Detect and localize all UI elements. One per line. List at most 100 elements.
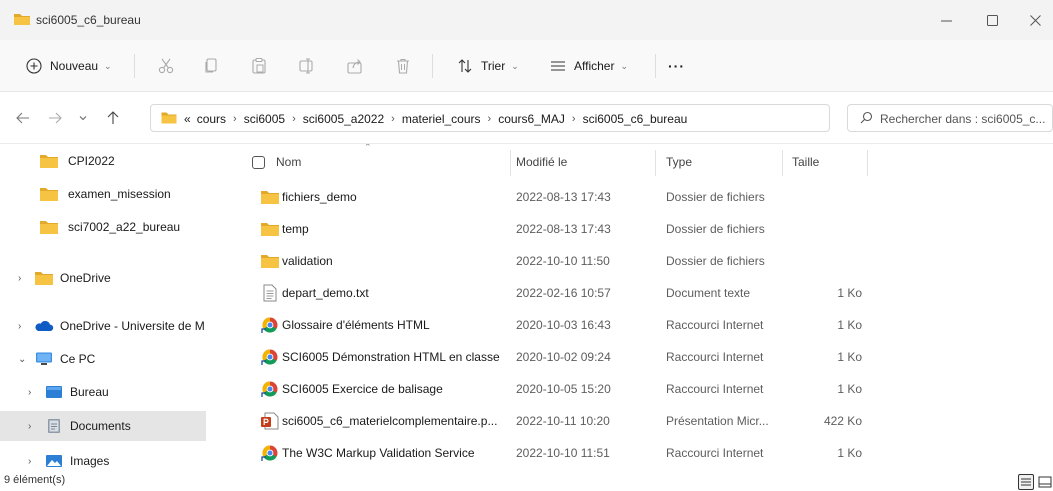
separator	[134, 54, 135, 78]
chevron-right-icon: ›	[292, 113, 296, 125]
table-row[interactable]: Glossaire d'éléments HTML 2020-10-03 16:…	[216, 309, 1053, 341]
file-modified: 2020-10-05 15:20	[516, 382, 611, 396]
file-modified: 2022-10-10 11:51	[516, 446, 610, 460]
file-name: The W3C Markup Validation Service	[282, 446, 475, 460]
copy-button[interactable]	[201, 56, 221, 76]
sidebar-item-images[interactable]: › Images	[0, 446, 206, 474]
chevron-right-icon[interactable]: ›	[28, 456, 31, 467]
sidebar-item-label: Images	[70, 454, 110, 468]
file-name: Glossaire d'éléments HTML	[282, 318, 430, 332]
column-header-size[interactable]: Taille	[792, 144, 862, 180]
chevron-down-icon[interactable]: ⌄	[18, 354, 26, 365]
chevron-right-icon: ›	[233, 113, 237, 125]
arrow-left-icon	[16, 112, 29, 124]
sidebar-item-onedrive[interactable]: › OneDrive	[0, 263, 206, 293]
column-divider[interactable]	[510, 150, 511, 176]
file-modified: 2022-02-16 10:57	[516, 286, 611, 300]
file-size	[792, 181, 862, 213]
paste-button[interactable]	[249, 56, 269, 76]
column-header-type[interactable]: Type	[666, 144, 776, 180]
details-view-icon	[1021, 478, 1031, 486]
more-options-button[interactable]: ···	[668, 40, 685, 92]
share-button[interactable]	[345, 56, 365, 76]
file-type: Raccourci Internet	[666, 318, 764, 332]
table-row[interactable]: The W3C Markup Validation Service 2022-1…	[216, 437, 1053, 469]
details-view-button[interactable]	[1018, 474, 1034, 490]
breadcrumb-item[interactable]: cours	[197, 112, 226, 126]
sort-label: Trier	[481, 59, 506, 73]
minimize-button[interactable]	[926, 6, 966, 34]
file-type: Raccourci Internet	[666, 350, 764, 364]
breadcrumb-item[interactable]: materiel_cours	[402, 112, 481, 126]
sort-button[interactable]: Trier ⌄	[457, 40, 519, 92]
copy-icon	[205, 58, 217, 73]
back-button[interactable]	[12, 107, 34, 129]
folder-icon	[35, 272, 53, 285]
new-button[interactable]: Nouveau ⌄	[26, 40, 112, 92]
sidebar-item-cpi2022[interactable]: CPI2022	[0, 146, 206, 176]
column-header-modified[interactable]: Modifié le	[516, 144, 656, 180]
table-row[interactable]: temp 2022-08-13 17:43 Dossier de fichier…	[216, 213, 1053, 245]
table-row[interactable]: sci6005_c6_materielcomplementaire.p... 2…	[216, 405, 1053, 437]
chevron-right-icon[interactable]: ›	[28, 387, 31, 398]
sidebar-item-ce-pc[interactable]: ⌄ Ce PC	[0, 344, 206, 374]
sidebar-item-sci7002[interactable]: sci7002_a22_bureau	[0, 212, 206, 242]
breadcrumb-item[interactable]: sci6005_a2022	[303, 112, 384, 126]
tiles-view-button[interactable]	[1037, 474, 1053, 490]
table-row[interactable]: validation 2022-10-10 11:50 Dossier de f…	[216, 245, 1053, 277]
chevron-down-icon: ⌄	[620, 60, 629, 71]
table-row[interactable]: depart_demo.txt 2022-02-16 10:57 Documen…	[216, 277, 1053, 309]
breadcrumb-overflow[interactable]: «	[184, 112, 191, 126]
maximize-button[interactable]	[972, 6, 1012, 34]
breadcrumb-item[interactable]: sci6005	[244, 112, 285, 126]
sort-ascending-icon: ⌃	[364, 144, 372, 152]
file-size: 1 Ko	[837, 350, 862, 364]
chevron-right-icon: ›	[487, 113, 492, 125]
chrome-link-icon	[261, 445, 278, 461]
status-bar: 9 élément(s)	[0, 474, 1053, 491]
chevron-right-icon[interactable]: ›	[18, 321, 21, 332]
sidebar-item-examen-misession[interactable]: examen_misession	[0, 179, 206, 209]
breadcrumb-item[interactable]: sci6005_c6_bureau	[583, 112, 688, 126]
column-divider[interactable]	[867, 150, 868, 176]
address-bar[interactable]: « cours › sci6005 › sci6005_a2022 › mate…	[150, 104, 944, 132]
folder-icon	[261, 255, 279, 268]
column-label: Modifié le	[516, 155, 568, 169]
select-all-checkbox[interactable]	[252, 156, 265, 169]
plus-circle-icon	[26, 58, 42, 74]
search-input[interactable]: Rechercher dans : sci6005_c...	[847, 104, 1053, 132]
breadcrumb-item[interactable]: cours6_MAJ	[498, 112, 565, 126]
column-divider[interactable]	[655, 150, 656, 176]
documents-icon	[48, 419, 60, 433]
file-modified: 2020-10-03 16:43	[516, 318, 611, 332]
up-button[interactable]	[102, 107, 124, 129]
chrome-link-icon	[261, 381, 278, 397]
chevron-right-icon[interactable]: ›	[28, 421, 31, 432]
view-button[interactable]: Afficher ⌄	[550, 40, 628, 92]
forward-button[interactable]	[44, 107, 66, 129]
sidebar-item-onedrive-universite[interactable]: › OneDrive - Universite de M	[0, 311, 206, 341]
column-header-name[interactable]: Nom ⌃	[216, 144, 512, 180]
sort-icon	[458, 59, 472, 73]
table-row[interactable]: SCI6005 Démonstration HTML en classe 202…	[216, 341, 1053, 373]
table-row[interactable]: SCI6005 Exercice de balisage 2020-10-05 …	[216, 373, 1053, 405]
share-icon	[347, 59, 362, 74]
sidebar-item-label: Bureau	[70, 385, 109, 399]
cut-button[interactable]	[156, 56, 176, 76]
rename-button[interactable]	[297, 56, 317, 76]
sidebar-item-label: CPI2022	[68, 154, 115, 168]
chevron-right-icon[interactable]: ›	[18, 273, 21, 284]
folder-icon	[40, 188, 58, 201]
delete-button[interactable]	[393, 56, 413, 76]
chevron-right-icon: ›	[391, 113, 395, 125]
recent-locations-button[interactable]	[72, 107, 94, 129]
trash-icon	[397, 58, 409, 74]
column-divider[interactable]	[782, 150, 783, 176]
sidebar-item-documents[interactable]: › Documents	[0, 411, 206, 441]
table-row[interactable]: fichiers_demo 2022-08-13 17:43 Dossier d…	[216, 181, 1053, 213]
close-button[interactable]	[1018, 6, 1053, 34]
file-size	[792, 213, 862, 245]
separator	[432, 54, 433, 78]
file-name: SCI6005 Démonstration HTML en classe	[282, 350, 500, 364]
sidebar-item-bureau[interactable]: › Bureau	[0, 377, 206, 407]
